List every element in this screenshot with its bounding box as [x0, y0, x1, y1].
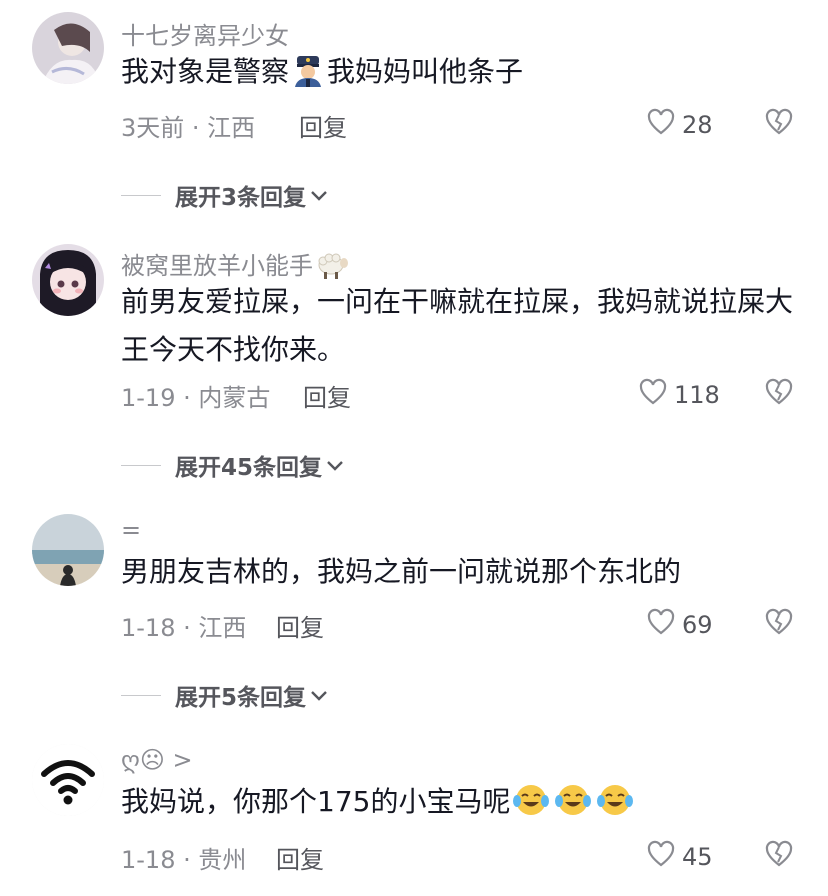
comment-item: 十七岁离异少女 我对象是警察 我妈妈叫他条子 3天前 · 江西 回复 28 展开3… [0, 0, 828, 230]
like-count: 45 [682, 843, 713, 871]
divider [121, 464, 161, 466]
chevron-down-icon [326, 452, 344, 478]
crying-laughing-emoji-icon [554, 783, 592, 832]
expand-replies-label: 展开5条回复 [175, 685, 307, 711]
comment-username[interactable]: 十七岁离异少女 [121, 16, 289, 51]
like-count: 69 [682, 611, 713, 639]
reply-button[interactable]: 回复 [303, 378, 351, 413]
expand-replies-label: 展开3条回复 [175, 185, 307, 211]
broken-heart-icon [764, 378, 794, 410]
chevron-down-icon [310, 182, 328, 208]
like-count: 28 [682, 111, 713, 139]
divider [121, 194, 161, 196]
heart-icon [646, 840, 676, 874]
dislike-button[interactable] [764, 608, 794, 640]
reply-button[interactable]: 回复 [276, 608, 324, 643]
expand-replies-label: 展开45条回复 [175, 455, 323, 481]
comment-meta: 1-18 · 江西 [121, 614, 247, 642]
broken-heart-icon [764, 108, 794, 140]
expand-replies-button[interactable]: 展开3条回复 [121, 178, 328, 212]
crying-laughing-emoji-icon [596, 783, 634, 832]
like-button[interactable]: 118 [638, 378, 720, 412]
heart-icon [638, 378, 668, 412]
avatar[interactable] [32, 514, 104, 586]
broken-heart-icon [764, 840, 794, 872]
broken-heart-icon [764, 608, 794, 640]
like-count: 118 [674, 381, 720, 409]
avatar[interactable] [32, 744, 104, 816]
comment-username[interactable]: ღ☹ > [121, 746, 193, 774]
comment-text: 前男友爱拉屎，一问在干嘛就在拉屎，我妈就说拉屎大王今天不找你来。 [121, 285, 794, 366]
avatar[interactable] [32, 12, 104, 84]
chevron-down-icon [310, 682, 328, 708]
comment-username[interactable]: = [121, 516, 141, 544]
crying-laughing-emoji-icon [512, 783, 550, 832]
comment-text: 男朋友吉林的，我妈之前一问就说那个东北的 [121, 555, 682, 588]
reply-button[interactable]: 回复 [276, 840, 324, 875]
comment-meta: 1-19 · 内蒙古 [121, 384, 271, 412]
police-officer-emoji-icon [291, 53, 325, 102]
avatar[interactable] [32, 244, 104, 316]
heart-icon [646, 108, 676, 142]
expand-replies-button[interactable]: 展开45条回复 [121, 448, 344, 482]
like-button[interactable]: 69 [646, 608, 713, 642]
comment-text-part: 我对象是警察 [121, 55, 290, 88]
dislike-button[interactable] [764, 108, 794, 140]
dislike-button[interactable] [764, 378, 794, 410]
like-button[interactable]: 45 [646, 840, 713, 874]
dislike-button[interactable] [764, 840, 794, 872]
like-button[interactable]: 28 [646, 108, 713, 142]
heart-icon [646, 608, 676, 642]
comment-text: 我妈说，你那个175的小宝马呢 [121, 778, 801, 832]
comment-username-text: 被窝里放羊小能手 [121, 252, 313, 280]
comment-meta: 3天前 · 江西 [121, 114, 256, 142]
comment-text-part: 我妈说，你那个175的小宝马呢 [121, 785, 511, 818]
comment-meta: 1-18 · 贵州 [121, 846, 247, 874]
reply-button[interactable]: 回复 [299, 108, 347, 143]
divider [121, 694, 161, 696]
comment-text-part: 我妈妈叫他条子 [327, 55, 524, 88]
expand-replies-button[interactable]: 展开5条回复 [121, 678, 328, 712]
comment-text: 我对象是警察 我妈妈叫他条子 [121, 48, 801, 102]
